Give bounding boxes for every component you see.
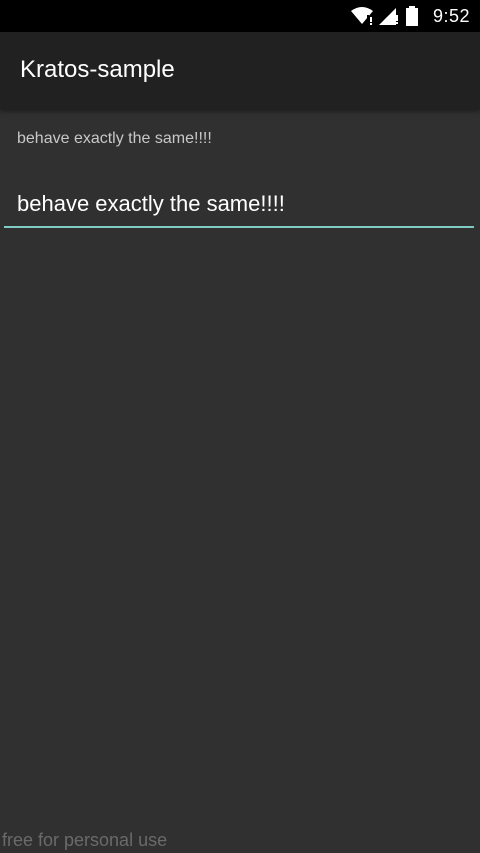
edit-text-wrapper xyxy=(4,182,474,230)
screen: 9:52 Kratos-sample behave exactly the sa… xyxy=(0,0,480,853)
app-bar: Kratos-sample xyxy=(0,32,480,110)
watermark-text: free for personal use xyxy=(2,830,168,850)
wifi-icon xyxy=(350,7,373,25)
battery-icon xyxy=(405,6,419,26)
edit-text-field[interactable] xyxy=(4,182,474,228)
app-title: Kratos-sample xyxy=(20,56,175,83)
status-time: 9:52 xyxy=(432,5,470,26)
signal-icon xyxy=(378,7,399,25)
status-icons: 9:52 xyxy=(350,0,470,32)
content-area: behave exactly the same!!!! xyxy=(0,110,480,853)
echo-text-view: behave exactly the same!!!! xyxy=(17,130,212,147)
status-bar: 9:52 xyxy=(0,0,480,32)
